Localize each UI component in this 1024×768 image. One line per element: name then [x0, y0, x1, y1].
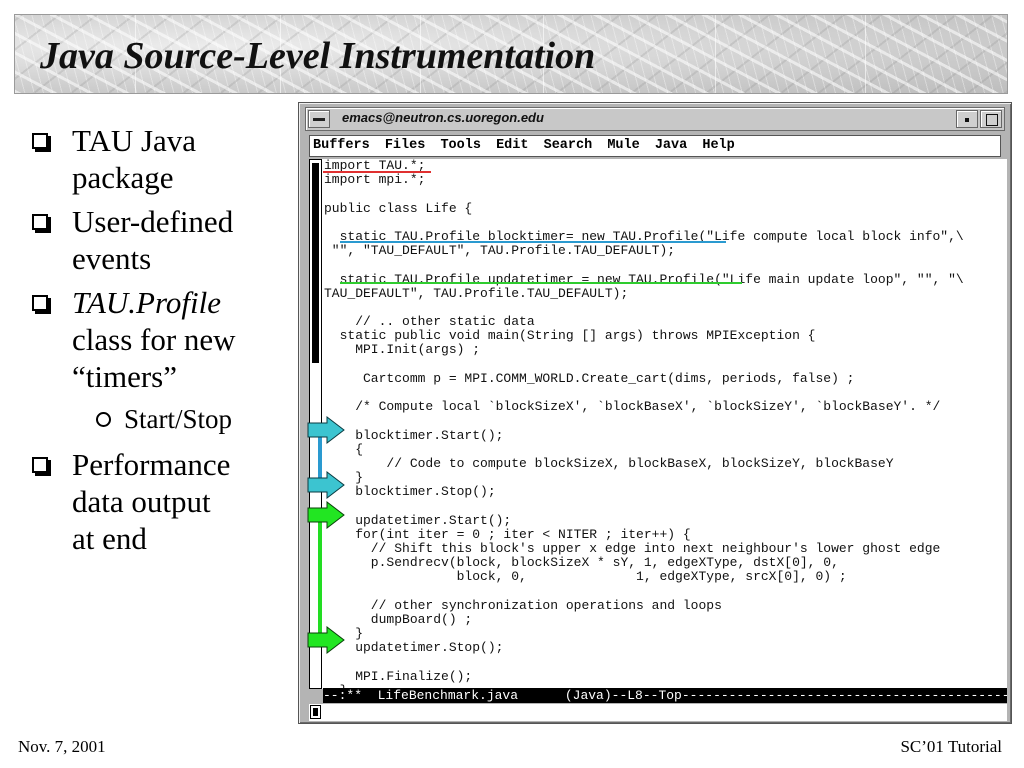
code-line: // .. other static data — [324, 314, 535, 330]
menu-tools[interactable]: Tools — [440, 138, 481, 153]
menu-edit[interactable]: Edit — [496, 138, 528, 153]
code-line: { — [324, 441, 364, 457]
code-line: static public void main(String [] args) … — [324, 328, 816, 344]
bullet-user-defined-events: User-defined events — [28, 203, 294, 277]
bullet-line: events — [72, 241, 152, 276]
code-line: blocktimer.Start(); — [324, 427, 504, 443]
code-line: MPI.Init(args) ; — [324, 342, 481, 358]
menu-search[interactable]: Search — [544, 138, 593, 153]
code-line: p.Sendrecv(block, blockSizeX * sY, 1, ed… — [324, 555, 839, 571]
bullet-line: TAU Java — [72, 123, 197, 158]
code-line: updatetimer.Start(); — [324, 512, 512, 528]
mode-line: --:** LifeBenchmark.java (Java)--L8--Top… — [323, 688, 1007, 703]
bullet-line: User-defined — [72, 204, 234, 239]
bullet-tau-java-package: TAU Java package — [28, 122, 294, 196]
window-title: emacs@neutron.cs.uoregon.edu — [342, 110, 544, 125]
sub-bullet-text: Start/Stop — [124, 404, 233, 434]
square-bullet-icon — [32, 214, 48, 230]
bullet-line: data output — [72, 484, 211, 519]
cursor-icon — [310, 705, 321, 719]
menu-bar: Buffers Files Tools Edit Search Mule Jav… — [309, 135, 1001, 157]
square-bullet-icon — [32, 457, 48, 473]
code-line: dumpBoard() ; — [324, 612, 473, 627]
slide-title: Java Source-Level Instrumentation — [40, 35, 596, 77]
underline-updatetimer-green — [340, 282, 742, 284]
square-bullet-icon — [32, 295, 48, 311]
code-line: // other synchronization operations and … — [324, 597, 722, 613]
scrollbar-thumb[interactable] — [312, 163, 319, 363]
window-menu-button[interactable] — [308, 110, 330, 128]
code-line: public class Life { — [324, 200, 473, 216]
underline-blocktimer-blue — [340, 241, 726, 243]
code-line: } — [324, 470, 364, 486]
code-line: MPI.Finalize(); — [324, 668, 473, 684]
emacs-window: emacs@neutron.cs.uoregon.edu Buffers Fil… — [298, 102, 1012, 724]
menu-buffers[interactable]: Buffers — [313, 138, 370, 153]
menu-java[interactable]: Java — [655, 138, 687, 153]
window-titlebar[interactable]: emacs@neutron.cs.uoregon.edu — [305, 107, 1005, 131]
bullet-line: package — [72, 160, 174, 195]
code-line: for(int iter = 0 ; iter < NITER ; iter++… — [324, 526, 691, 542]
bullet-line: “timers” — [72, 359, 178, 394]
footer-date: Nov. 7, 2001 — [18, 737, 106, 756]
bullet-line: Performance — [72, 447, 231, 482]
code-line: "", "TAU_DEFAULT", TAU.Profile.TAU_DEFAU… — [324, 243, 676, 259]
code-line: Cartcomm p = MPI.COMM_WORLD.Create_cart(… — [324, 370, 855, 386]
square-bullet-icon — [32, 133, 48, 149]
code-line: // Shift this block's upper x edge into … — [324, 541, 941, 557]
code-line: blocktimer.Stop(); — [324, 484, 496, 500]
code-line: block, 0, 1, edgeXType, srcX[0], 0) ; — [324, 569, 847, 585]
code-line: /* Compute local `blockSizeX', `blockBas… — [324, 399, 941, 415]
menu-mule[interactable]: Mule — [607, 138, 639, 153]
minibuffer[interactable] — [309, 704, 1007, 721]
bullet-line: at end — [72, 521, 147, 556]
arrow-right-icon — [307, 416, 345, 444]
bullet-list: TAU Java package User-defined events TAU… — [28, 122, 294, 564]
code-line: updatetimer.Stop(); — [324, 640, 504, 656]
code-line: static TAU.Profile updatetimer = new TAU… — [324, 271, 964, 287]
minimize-button[interactable] — [956, 110, 978, 128]
code-line: } — [324, 626, 364, 642]
arrow-right-icon — [307, 471, 345, 499]
editor-area[interactable]: import TAU.*; import mpi.*; public class L… — [309, 159, 1007, 689]
circle-bullet-icon — [96, 412, 111, 427]
bullet-line-italic: TAU.Profile — [72, 285, 221, 320]
code-line: import mpi.*; — [324, 172, 426, 188]
menu-help[interactable]: Help — [702, 138, 734, 153]
bullet-performance-output: Performance data output at end — [28, 446, 294, 557]
arrow-right-icon — [307, 501, 345, 529]
menu-files[interactable]: Files — [385, 138, 426, 153]
updatetimer-span-bar — [318, 514, 322, 642]
code-buffer[interactable]: import TAU.*; import mpi.*; public class L… — [324, 159, 1007, 689]
bullet-line: class for new — [72, 322, 236, 357]
underline-import-red — [323, 171, 431, 173]
code-line: // Code to compute blockSizeX, blockBase… — [324, 455, 894, 471]
arrow-right-icon — [307, 626, 345, 654]
footer-event: SC’01 Tutorial — [900, 737, 1002, 756]
bullet-tau-profile-class: TAU.Profile class for new “timers” — [28, 284, 294, 395]
code-line: TAU_DEFAULT", TAU.Profile.TAU_DEFAULT); — [324, 285, 629, 301]
maximize-button[interactable] — [980, 110, 1002, 128]
sub-bullet-start-stop: Start/Stop — [28, 402, 294, 436]
